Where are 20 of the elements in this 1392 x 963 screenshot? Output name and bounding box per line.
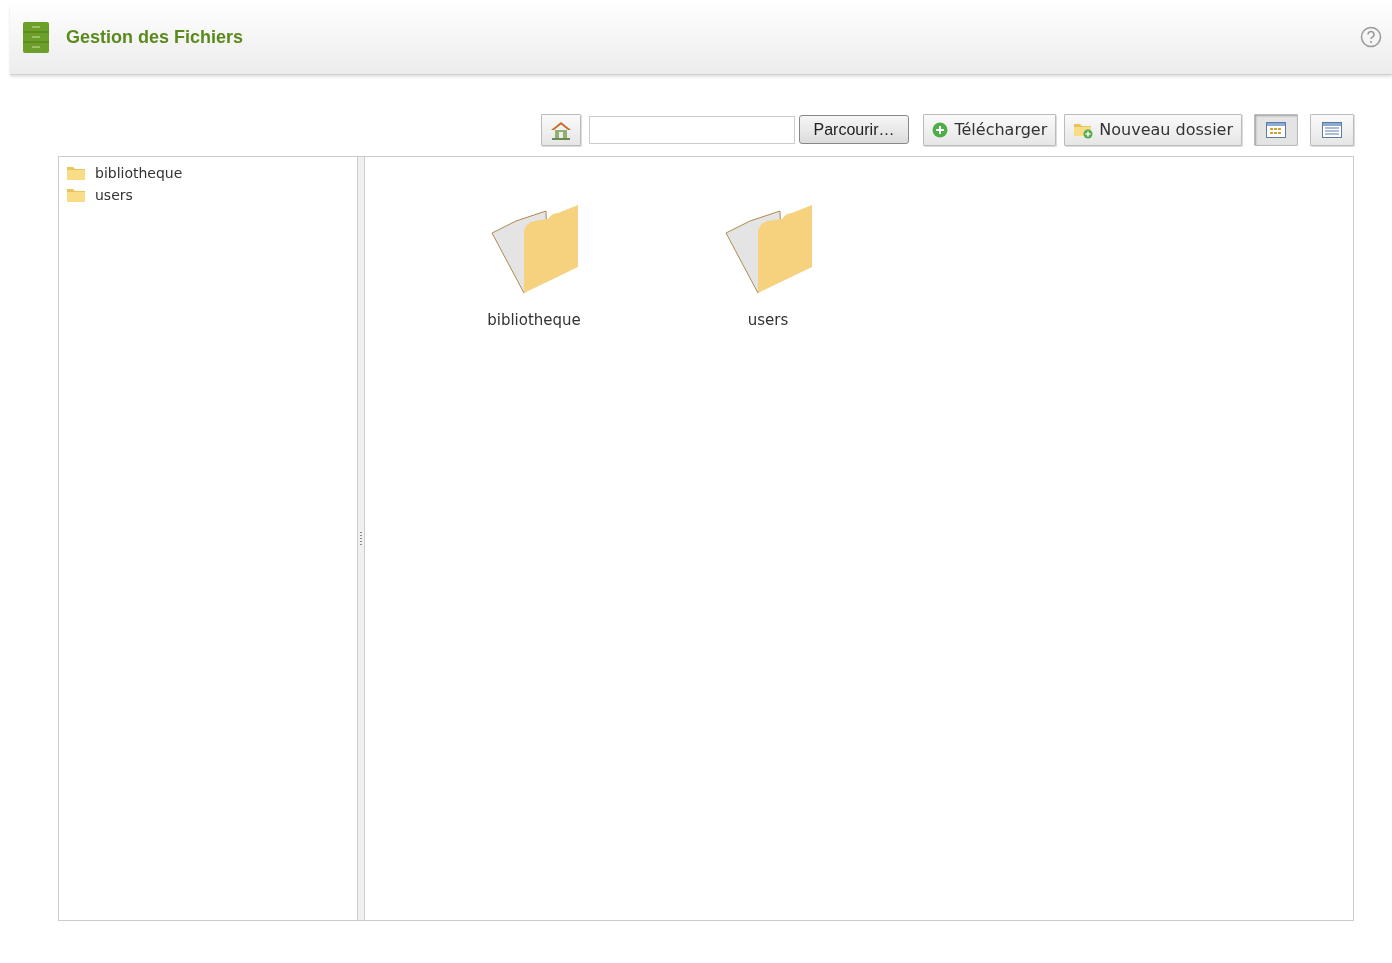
grid-view-icon	[1266, 121, 1286, 138]
plus-circle-icon	[932, 121, 949, 138]
home-button[interactable]	[540, 113, 581, 146]
help-icon[interactable]	[1360, 26, 1382, 48]
upload-button[interactable]: Télécharger	[923, 113, 1057, 146]
list-view-icon	[1322, 121, 1342, 138]
icon-view-button[interactable]	[1254, 113, 1298, 146]
tree-item[interactable]: bibliotheque	[66, 165, 350, 181]
house-icon	[549, 119, 572, 140]
browse-button[interactable]: Parcourir…	[798, 115, 910, 144]
folder-label[interactable]: bibliotheque	[487, 311, 581, 329]
folder-label[interactable]: users	[747, 311, 789, 329]
file-cabinet-icon	[22, 20, 50, 54]
list-view-button[interactable]	[1310, 113, 1354, 146]
folder-icon	[66, 165, 86, 181]
file-field[interactable]	[588, 115, 795, 144]
folder-icon	[66, 187, 86, 203]
tree-item[interactable]: users	[66, 187, 350, 203]
page-title: Gestion des Fichiers	[66, 26, 245, 48]
new-folder-button[interactable]: Nouveau dossier	[1064, 113, 1242, 146]
